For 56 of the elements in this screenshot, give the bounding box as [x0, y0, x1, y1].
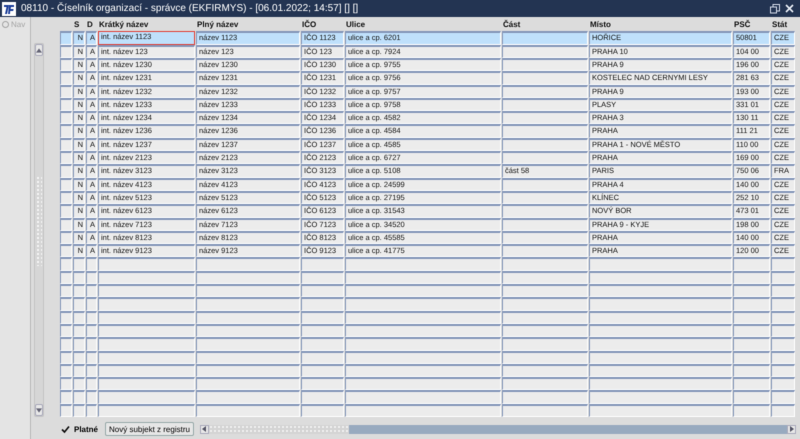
row-selector[interactable]	[60, 111, 72, 124]
table-cell[interactable]	[502, 178, 588, 191]
close-icon[interactable]	[785, 4, 794, 14]
restore-icon[interactable]	[770, 4, 780, 14]
column-header[interactable]: Část	[502, 18, 589, 32]
column-header[interactable]: Plný název	[196, 18, 301, 32]
table-cell[interactable]	[502, 98, 588, 112]
table-cell[interactable]	[502, 190, 588, 204]
table-cell[interactable]	[502, 84, 588, 98]
table-cell[interactable]	[502, 138, 588, 152]
row-selector[interactable]	[60, 124, 72, 138]
row-selector[interactable]	[60, 178, 72, 191]
row-selector[interactable]	[60, 244, 72, 258]
table-cell[interactable]	[502, 71, 588, 85]
row-selector[interactable]	[60, 151, 72, 164]
row-selector[interactable]	[60, 71, 72, 85]
scroll-right-icon[interactable]	[787, 424, 796, 434]
checkbox[interactable]	[60, 424, 70, 434]
column-header[interactable]: Krátký název	[98, 18, 196, 32]
row-selector[interactable]	[60, 138, 72, 152]
horizontal-scrollbar[interactable]	[200, 424, 796, 434]
column-header[interactable]: IČO	[301, 18, 345, 32]
scroll-left-icon[interactable]	[200, 424, 209, 434]
table-cell[interactable]	[502, 244, 588, 258]
table-cell[interactable]	[502, 124, 588, 138]
scroll-up-icon[interactable]	[35, 44, 43, 56]
column-header[interactable]: PSČ	[733, 18, 771, 32]
table-cell[interactable]	[502, 111, 588, 124]
row-selector[interactable]	[60, 44, 72, 58]
table-cell[interactable]	[502, 58, 588, 72]
table-cell[interactable]	[502, 44, 588, 58]
row-selector[interactable]	[60, 98, 72, 112]
checkbox-label[interactable]: Platné	[74, 424, 98, 434]
column-header[interactable]: D	[86, 18, 98, 32]
row-selector[interactable]	[60, 190, 72, 204]
column-header[interactable]: Místo	[589, 18, 733, 32]
row-selector[interactable]	[60, 218, 72, 231]
table-cell[interactable]	[502, 230, 588, 244]
row-selector[interactable]	[60, 84, 72, 98]
row-selector[interactable]	[60, 31, 72, 45]
column-header[interactable]: S	[73, 18, 86, 32]
scroll-down-icon[interactable]	[35, 404, 43, 416]
row-selector[interactable]	[60, 164, 72, 178]
row-selector[interactable]	[60, 230, 72, 244]
row-selector[interactable]	[60, 58, 72, 72]
column-header[interactable]: Stát	[771, 18, 796, 32]
table-cell[interactable]	[502, 151, 588, 164]
window-title: 08110 - Číselník organizací - správce (EKFIRMYS) - [06.01.2022; 14:57] [] []	[21, 3, 358, 14]
table-cell[interactable]	[502, 204, 588, 218]
table-cell[interactable]	[502, 218, 588, 231]
table-cell[interactable]	[502, 31, 588, 45]
vertical-scrollbar[interactable]	[34, 43, 44, 417]
new-subject-button[interactable]: Nový subjekt z registru	[105, 422, 194, 436]
column-header[interactable]: Ulice	[345, 18, 502, 32]
app-logo-icon	[2, 2, 16, 16]
row-selector[interactable]	[60, 204, 72, 218]
